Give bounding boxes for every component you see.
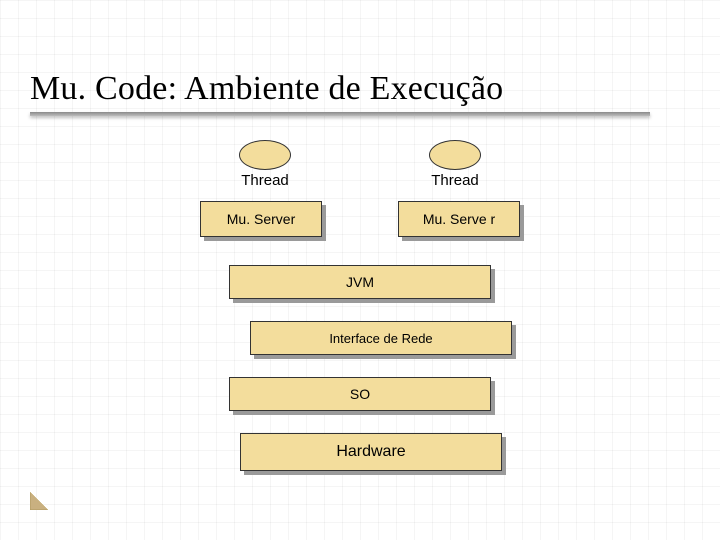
jvm-row: JVM	[180, 265, 540, 299]
so-row: SO	[180, 377, 540, 411]
muserver-left-box: Mu. Server	[200, 201, 322, 237]
so-box: SO	[229, 377, 491, 411]
thread-left: Thread	[210, 140, 320, 189]
muserver-left-label: Mu. Server	[200, 201, 322, 237]
hardware-box: Hardware	[240, 433, 502, 471]
threads-row: Thread Thread	[180, 140, 540, 189]
title-underline	[30, 112, 650, 116]
muserver-right-label: Mu. Serve r	[398, 201, 520, 237]
hardware-label: Hardware	[240, 433, 502, 471]
network-label: Interface de Rede	[250, 321, 512, 355]
muserver-right-box: Mu. Serve r	[398, 201, 520, 237]
jvm-box: JVM	[229, 265, 491, 299]
jvm-label: JVM	[229, 265, 491, 299]
so-label: SO	[229, 377, 491, 411]
hardware-row: Hardware	[180, 433, 540, 471]
architecture-diagram: Thread Thread Mu. Server Mu. Serve r JVM…	[180, 140, 540, 471]
slide-title: Mu. Code: Ambiente de Execução	[30, 70, 690, 108]
thread-left-label: Thread	[241, 172, 289, 189]
thread-ellipse-icon	[239, 140, 291, 170]
thread-right: Thread	[400, 140, 510, 189]
muserver-row: Mu. Server Mu. Serve r	[180, 201, 540, 237]
thread-ellipse-icon	[429, 140, 481, 170]
page-corner-fold-icon	[30, 492, 48, 510]
thread-right-label: Thread	[431, 172, 479, 189]
network-box: Interface de Rede	[250, 321, 512, 355]
network-row: Interface de Rede	[180, 321, 540, 355]
